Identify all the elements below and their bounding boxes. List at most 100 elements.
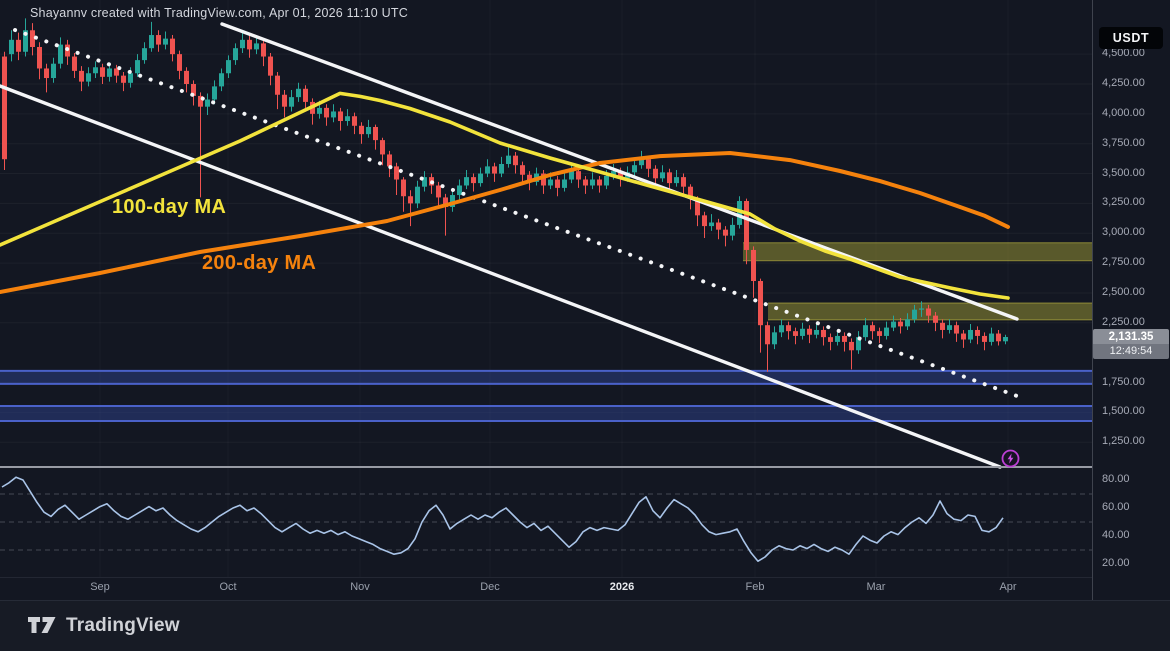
candle[interactable] [730,225,735,236]
candle[interactable] [954,325,959,333]
candle[interactable] [149,35,154,48]
candle[interactable] [744,201,749,250]
candle[interactable] [100,67,105,77]
candle[interactable] [996,334,1001,342]
candle[interactable] [478,174,483,184]
candle[interactable] [604,176,609,186]
candle[interactable] [562,180,567,188]
candle[interactable] [415,187,420,204]
candle[interactable] [289,97,294,107]
candle[interactable] [72,57,77,71]
candle[interactable] [940,323,945,330]
chart-canvas[interactable] [0,0,1092,577]
candle[interactable] [653,169,658,179]
candle[interactable] [359,126,364,134]
support-zone[interactable] [0,371,1092,384]
candle[interactable] [590,180,595,186]
candle[interactable] [905,319,910,326]
candle[interactable] [646,159,651,169]
candle[interactable] [576,171,581,179]
candle[interactable] [779,325,784,332]
candle[interactable] [457,185,462,195]
candle[interactable] [709,223,714,227]
candle[interactable] [170,39,175,55]
candle[interactable] [58,45,63,64]
candle[interactable] [723,230,728,236]
candle[interactable] [877,331,882,336]
candle[interactable] [408,196,413,203]
candle[interactable] [226,60,231,73]
candle[interactable] [324,108,329,118]
candle[interactable] [317,108,322,114]
candle[interactable] [163,39,168,45]
candle[interactable] [240,40,245,48]
candle[interactable] [919,308,924,309]
candle[interactable] [499,164,504,174]
candle[interactable] [520,165,525,175]
candle[interactable] [275,76,280,95]
candle[interactable] [268,57,273,76]
flash-marker-icon[interactable] [1000,448,1021,469]
support-zone[interactable] [0,406,1092,421]
candle[interactable] [814,330,819,335]
candle[interactable] [205,100,210,107]
candle[interactable] [793,331,798,336]
candle[interactable] [352,116,357,126]
price-axis[interactable]: 4,500.004,250.004,000.003,750.003,500.00… [1092,0,1170,600]
candle[interactable] [387,154,392,166]
candle[interactable] [751,250,756,281]
candle[interactable] [212,86,217,99]
candle[interactable] [128,73,133,83]
candle[interactable] [989,334,994,342]
candle[interactable] [947,325,952,330]
candle[interactable] [93,67,98,73]
candle[interactable] [807,329,812,335]
candle[interactable] [331,111,336,117]
candle[interactable] [821,330,826,337]
candle[interactable] [471,177,476,183]
candle[interactable] [681,177,686,187]
candle[interactable] [9,40,14,54]
candle[interactable] [968,330,973,340]
candle[interactable] [142,48,147,60]
candle[interactable] [898,322,903,327]
candle[interactable] [702,215,707,226]
candle[interactable] [296,89,301,97]
candle[interactable] [464,177,469,185]
candle[interactable] [583,180,588,186]
candle[interactable] [961,334,966,340]
candle[interactable] [926,308,931,315]
candle[interactable] [800,329,805,336]
candle[interactable] [828,337,833,342]
candle[interactable] [37,47,42,68]
candle[interactable] [219,73,224,86]
candle[interactable] [394,166,399,179]
candle[interactable] [891,322,896,328]
candle[interactable] [51,64,56,78]
candle[interactable] [44,68,49,78]
candle[interactable] [16,40,21,52]
candle[interactable] [912,310,917,320]
candle[interactable] [436,185,441,197]
candle[interactable] [772,332,777,344]
candle[interactable] [107,68,112,76]
candle[interactable] [247,40,252,50]
candle[interactable] [597,180,602,186]
candle[interactable] [765,325,770,344]
candle[interactable] [786,325,791,331]
candle[interactable] [338,111,343,121]
candle[interactable] [982,336,987,342]
candle[interactable] [513,156,518,166]
candle[interactable] [492,166,497,173]
resistance-zone[interactable] [743,243,1092,261]
candle[interactable] [121,76,126,83]
candle[interactable] [632,165,637,172]
candle[interactable] [233,48,238,60]
candle[interactable] [485,166,490,173]
candle[interactable] [177,54,182,71]
candle[interactable] [79,71,84,82]
candle[interactable] [156,35,161,45]
candle[interactable] [373,127,378,140]
price-and-rsi-panes[interactable] [0,0,1092,577]
candle[interactable] [254,43,259,49]
